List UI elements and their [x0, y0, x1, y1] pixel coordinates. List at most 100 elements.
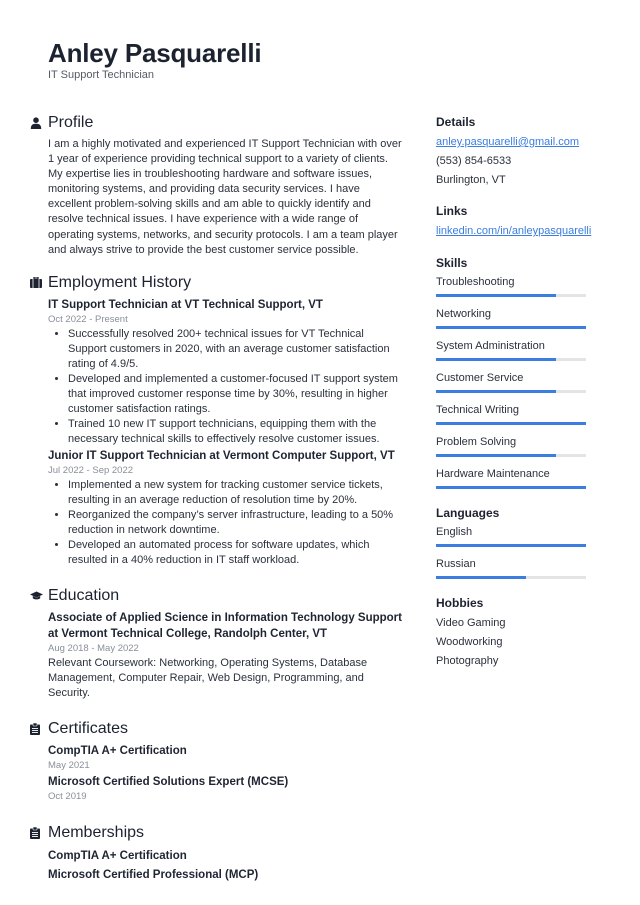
skill-item: Troubleshooting [436, 274, 596, 297]
language-label: Russian [436, 558, 476, 570]
job-dates: Jul 2022 - Sep 2022 [48, 464, 134, 476]
email-link[interactable]: anley.pasquarelli@gmail.com [436, 133, 596, 152]
memberships-heading: Memberships [30, 822, 405, 844]
skill-level-fill [436, 454, 556, 457]
job-bullet: Successfully resolved 200+ technical iss… [68, 327, 405, 372]
briefcase-icon [30, 275, 48, 291]
certificate-date: Oct 2019 [48, 791, 87, 803]
education-description: Relevant Coursework: Networking, Operati… [48, 656, 368, 699]
memberships-title: Memberships [48, 824, 145, 842]
language-label: English [436, 526, 473, 538]
skills-list: Troubleshooting Networking System Admini… [436, 274, 596, 489]
skill-item: System Administration [436, 338, 596, 361]
language-level-bar [436, 544, 586, 547]
job-bullet: Trained 10 new IT support technicians, e… [68, 417, 405, 447]
education-section: Education Associate of Applied Science i… [30, 585, 405, 701]
language-level-fill [436, 544, 586, 547]
job-bullet: Reorganized the company’s server infrast… [68, 508, 405, 538]
skill-label: Customer Service [436, 372, 524, 384]
skill-level-fill [436, 326, 586, 329]
details-section: Details anley.pasquarelli@gmail.com (553… [436, 114, 596, 190]
languages-section: Languages English Russian [436, 505, 596, 579]
certificates-heading: Certificates [30, 718, 405, 740]
language-level-fill [436, 576, 526, 579]
certificate-name: CompTIA A+ Certification [48, 745, 187, 758]
memberships-section: Memberships CompTIA A+ Certification Mic… [30, 822, 405, 885]
clipboard-icon [30, 721, 48, 737]
main-column: Profile I am a highly motivated and expe… [30, 112, 405, 885]
skill-label: Troubleshooting [436, 276, 515, 288]
linkedin-link[interactable]: linkedin.com/in/anleypasquarelli [436, 222, 596, 241]
skill-label: Hardware Maintenance [436, 468, 550, 480]
graduation-cap-icon [30, 588, 48, 604]
skill-label: Networking [436, 308, 492, 320]
job-bullet: Developed and implemented a customer-foc… [68, 372, 405, 417]
job-list: IT Support Technician at VT Technical Su… [48, 297, 405, 568]
clipboard-icon [30, 825, 48, 841]
skill-level-fill [436, 294, 556, 297]
certificate-name: Microsoft Certified Solutions Expert (MC… [48, 776, 289, 789]
skill-label: Problem Solving [436, 436, 517, 448]
skill-label: System Administration [436, 340, 545, 352]
skill-label: Technical Writing [436, 404, 519, 416]
skills-title: Skills [436, 256, 468, 270]
links-section: Links linkedin.com/in/anleypasquarelli [436, 203, 596, 241]
languages-title: Languages [436, 506, 500, 520]
details-title: Details [436, 115, 476, 129]
skill-level-bar [436, 486, 586, 489]
candidate-title: IT Support Technician [48, 69, 154, 81]
education-title: Education [48, 586, 120, 604]
hobbies-section: Hobbies Video Gaming Woodworking Photogr… [436, 595, 596, 671]
skill-item: Problem Solving [436, 434, 596, 457]
hobby-item: Photography [436, 655, 499, 667]
job-bullet: Implemented a new system for tracking cu… [68, 478, 405, 508]
job-bullets: Implemented a new system for tracking cu… [48, 478, 405, 568]
job-dates: Oct 2022 - Present [48, 313, 128, 325]
job-entry: Junior IT Support Technician at Vermont … [48, 448, 405, 568]
candidate-name: Anley Pasquarelli [48, 38, 262, 68]
phone-number: (553) 854-6533 [436, 155, 512, 167]
education-heading: Education [30, 585, 405, 607]
certificates-title: Certificates [48, 720, 129, 738]
profile-heading: Profile [30, 112, 405, 134]
language-item: Russian [436, 556, 596, 579]
job-title: Junior IT Support Technician at Vermont … [48, 449, 395, 462]
person-icon [30, 115, 48, 131]
skill-item: Customer Service [436, 370, 596, 393]
location: Burlington, VT [436, 174, 506, 186]
skill-level-bar [436, 326, 586, 329]
hobby-item: Video Gaming [436, 617, 506, 629]
skill-level-fill [436, 422, 586, 425]
resume-header: Anley Pasquarelli IT Support Technician [48, 38, 262, 82]
skill-item: Technical Writing [436, 402, 596, 425]
hobbies-title: Hobbies [436, 596, 484, 610]
employment-heading: Employment History [30, 272, 405, 294]
language-item: English [436, 524, 596, 547]
profile-section: Profile I am a highly motivated and expe… [30, 112, 405, 258]
certificate-date: May 2021 [48, 760, 90, 772]
skill-level-bar [436, 294, 586, 297]
skill-item: Networking [436, 306, 596, 329]
employment-section: Employment History IT Support Technician… [30, 272, 405, 568]
job-bullet: Developed an automated process for softw… [68, 538, 405, 568]
skill-level-bar [436, 358, 586, 361]
skill-level-bar [436, 454, 586, 457]
certificates-section: Certificates CompTIA A+ Certification Ma… [30, 718, 405, 803]
skill-level-bar [436, 390, 586, 393]
sidebar-column: Details anley.pasquarelli@gmail.com (553… [436, 112, 596, 671]
skill-level-bar [436, 422, 586, 425]
skill-level-fill [436, 486, 586, 489]
job-bullets: Successfully resolved 200+ technical iss… [48, 327, 405, 447]
skill-item: Hardware Maintenance [436, 466, 596, 489]
language-level-bar [436, 576, 586, 579]
job-title: IT Support Technician at VT Technical Su… [48, 298, 323, 311]
profile-title: Profile [48, 114, 94, 131]
hobby-item: Woodworking [436, 636, 503, 648]
degree-title: Associate of Applied Science in Informat… [48, 611, 402, 640]
employment-title: Employment History [48, 273, 192, 291]
membership-name: Microsoft Certified Professional (MCP) [48, 869, 259, 882]
job-entry: IT Support Technician at VT Technical Su… [48, 297, 405, 447]
skill-level-fill [436, 358, 556, 361]
skills-section: Skills Troubleshooting Networking System… [436, 255, 596, 489]
membership-name: CompTIA A+ Certification [48, 850, 187, 863]
